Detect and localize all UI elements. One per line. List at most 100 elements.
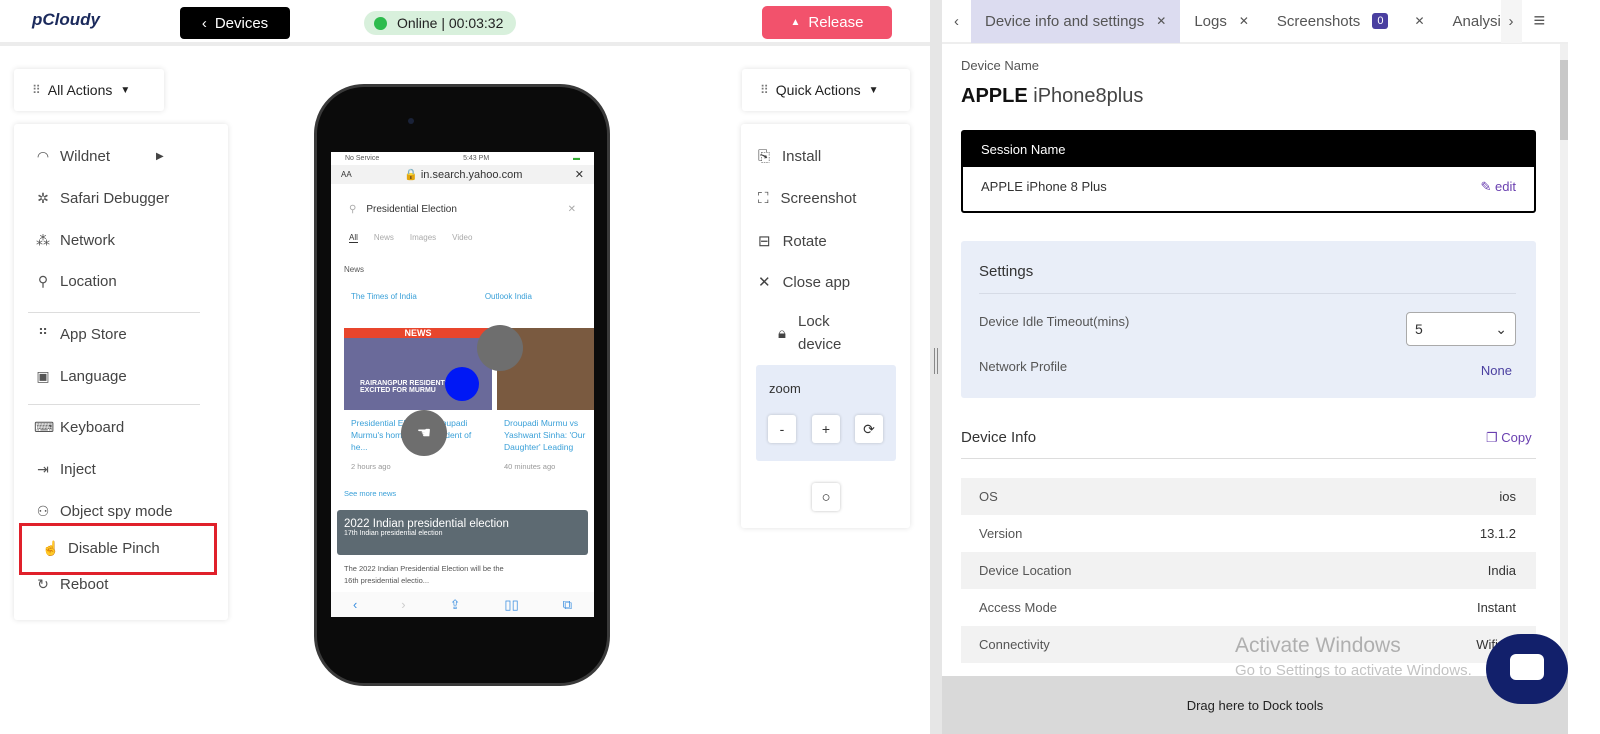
filter-images[interactable]: Images [410,233,436,243]
menu-item-object-spy[interactable]: ⚇ Object spy mode [34,503,173,520]
reboot-icon: ↻ [37,576,49,592]
menu-item-wildnet[interactable]: ◠ Wildnet ▶ [34,148,164,165]
battery-icon: ▬ [573,155,580,162]
menu-label: Network [60,232,116,249]
hand-cursor-icon: ☚ [401,410,447,456]
idle-timeout-select[interactable]: 5 ⌄ [1406,312,1516,346]
close-tab-icon[interactable]: ✕ [1156,14,1166,28]
info-key: Connectivity [979,637,1050,652]
zoom-reset-icon[interactable]: ⟳ [855,415,883,443]
device-info-title: Device Info [961,429,1037,446]
zoom-out-button[interactable]: - [768,415,796,443]
install-button[interactable]: ⎘ Install [758,148,821,165]
tab-screenshots[interactable]: Screenshots 0 ✕ [1263,0,1439,43]
quick-actions-dropdown[interactable]: ⠿ Quick Actions ▼ [742,69,910,111]
filter-video[interactable]: Video [452,233,472,243]
zoom-label: zoom [769,381,801,396]
network-icon: ⁂ [36,232,50,248]
copy-label: Copy [1501,430,1532,445]
wiki-card[interactable]: 2022 Indian presidential election 17th In… [337,510,588,555]
close-icon[interactable]: ✕ [575,168,584,181]
hamburger-menu-icon[interactable]: ≡ [1522,0,1558,43]
search-query[interactable]: Presidential Election [366,204,457,215]
tab-label: Logs [1194,12,1227,30]
session-name-box: Session Name APPLE iPhone 8 Plus ✎ edit [961,130,1536,213]
menu-label: Language [60,368,127,385]
devices-back-button[interactable]: ‹ Devices [180,7,290,39]
network-profile-value[interactable]: None [1481,363,1512,378]
tab-analysis[interactable]: Analysis [1439,0,1501,43]
close-tab-icon[interactable]: ✕ [1414,14,1424,28]
chevron-down-icon: ⌄ [1495,320,1507,337]
caret-down-icon: ▼ [868,84,879,96]
menu-item-location[interactable]: ⚲ Location [34,273,117,290]
menu-item-safari-debugger[interactable]: ✲ Safari Debugger [34,190,169,207]
tab-device-info[interactable]: Device info and settings ✕ [971,0,1181,43]
close-tab-icon[interactable]: ✕ [1239,14,1249,28]
keyboard-icon: ⌨ [34,419,55,435]
dock-tools-area[interactable]: Drag here to Dock tools [942,676,1568,734]
release-label: Release [808,14,864,31]
all-actions-dropdown[interactable]: ⠿ All Actions ▼ [14,69,164,111]
url-bar[interactable]: 🔒 in.search.yahoo.com [404,168,522,181]
panel-resizer[interactable] [930,0,942,734]
news-source[interactable]: The Times of India [351,292,417,301]
wiki-text: The 2022 Indian Presidential Election wi… [344,564,504,585]
table-row: Device Location India [961,552,1536,589]
forward-icon[interactable]: › [401,597,405,612]
qa-label: Rotate [782,232,827,250]
divider [961,458,1536,459]
bookmarks-icon[interactable]: ▯▯ [504,597,518,613]
all-actions-label: All Actions [47,82,113,98]
home-button[interactable]: ○ [812,483,840,511]
menu-item-network[interactable]: ⁂ Network [34,232,115,249]
filter-all[interactable]: All [349,233,358,243]
chat-bubble-icon [1510,654,1544,680]
copy-button[interactable]: ❐ Copy [1486,430,1532,446]
menu-label: Wildnet [60,148,111,165]
close-app-button[interactable]: ✕ Close app [758,273,851,292]
news-age: 40 minutes ago [504,462,556,471]
wifi-icon: ◠ [36,148,50,164]
table-row: Access Mode Instant [961,589,1536,626]
chat-button[interactable] [1486,634,1568,704]
back-icon[interactable]: ‹ [353,597,357,612]
see-more-news-link[interactable]: See more news [344,489,396,498]
news-title[interactable]: Droupadi Murmu vs Yashwant Sinha: 'Our D… [504,417,594,453]
text-size-button[interactable]: AA [341,170,352,179]
menu-label: Location [60,273,117,290]
info-value: India [1487,563,1516,578]
table-row: Version 13.1.2 [961,515,1536,552]
clear-icon[interactable]: ✕ [568,204,576,215]
menu-item-app-store[interactable]: ⠛ App Store [34,326,127,343]
tabs-scroll-right-icon[interactable]: › [1500,0,1522,43]
menu-item-language[interactable]: ▣ Language [34,368,127,385]
lock-device-button[interactable]: 🔒︎ Lock device [778,310,848,356]
device-name-label: Device Name [961,58,1040,73]
screenshot-button[interactable]: ⛶ Screenshot [758,190,856,207]
rotate-icon: ⊟ [758,233,771,250]
share-icon[interactable]: ⇪ [450,597,461,613]
search-icon: ⚲ [349,204,357,215]
url-text: in.search.yahoo.com [420,169,523,181]
qa-label: Close app [782,273,851,291]
news-source[interactable]: Outlook India [485,292,532,301]
menu-item-reboot[interactable]: ↻ Reboot [34,576,108,593]
release-button[interactable]: ▲ Release [762,6,892,39]
close-icon: ✕ [758,274,771,291]
filter-news[interactable]: News [374,233,394,243]
tab-logs[interactable]: Logs ✕ [1180,0,1263,43]
inject-icon: ⇥ [37,461,49,477]
zoom-in-button[interactable]: + [812,415,840,443]
menu-item-keyboard[interactable]: ⌨ Keyboard [34,419,124,436]
divider [28,404,200,405]
rotate-button[interactable]: ⊟ Rotate [758,232,827,251]
tabs-scroll-left-icon[interactable]: ‹ [942,0,971,43]
scrollbar[interactable] [1560,44,1568,676]
touch-point-indicator [477,325,523,371]
camera-icon [408,118,414,124]
edit-session-button[interactable]: ✎ edit [1481,179,1516,195]
menu-item-inject[interactable]: ⇥ Inject [34,461,96,478]
network-profile-label: Network Profile [979,359,1068,374]
tabs-icon[interactable]: ⧉ [563,597,572,613]
